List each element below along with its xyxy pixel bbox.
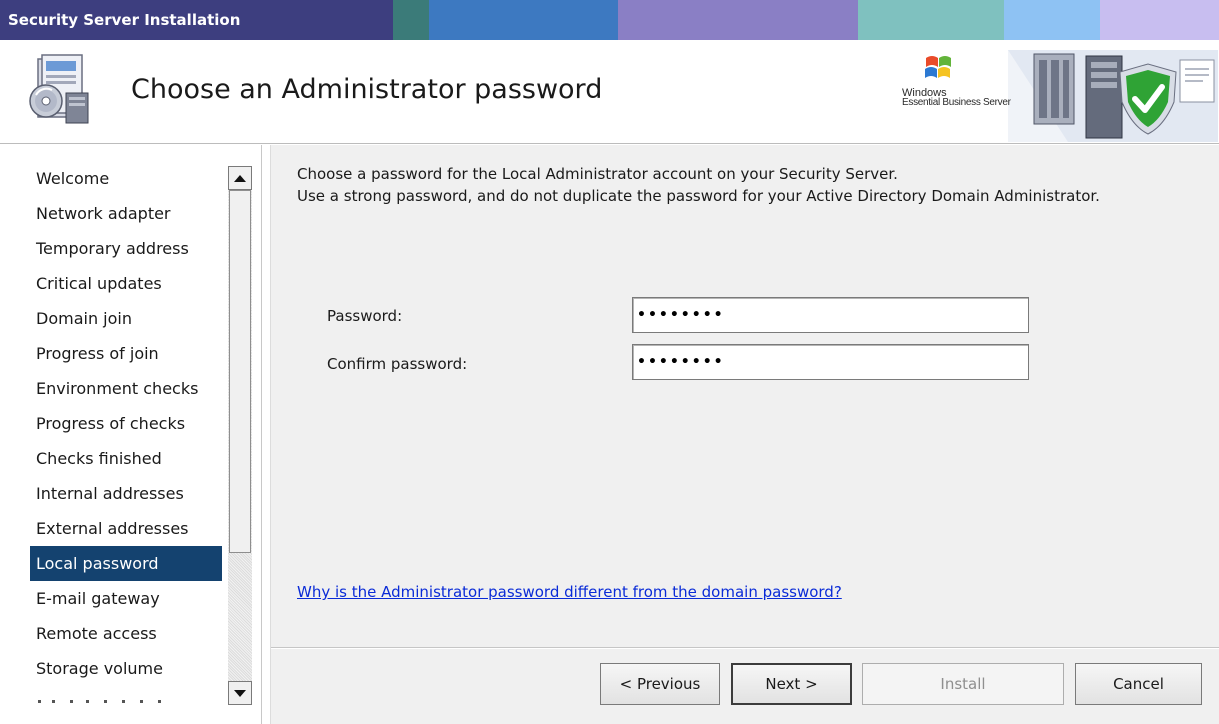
password-help-link[interactable]: Why is the Administrator password differ… xyxy=(297,583,842,601)
brand-banner: Windows Essential Business Server xyxy=(898,50,1218,142)
arrow-down-icon xyxy=(234,689,246,697)
setup-disc-icon xyxy=(22,53,94,129)
password-label: Password: xyxy=(327,307,403,325)
step-checks-finished[interactable]: Checks finished xyxy=(30,441,222,476)
intro-line-2: Use a strong password, and do not duplic… xyxy=(297,187,1100,205)
title-bar-segment xyxy=(1100,0,1219,40)
step-environment-checks[interactable]: Environment checks xyxy=(30,371,222,406)
wizard-steps-sidebar: Welcome Network adapter Temporary addres… xyxy=(0,145,262,724)
wizard-header: Choose an Administrator password Windows… xyxy=(0,40,1219,144)
password-input[interactable]: •••••••• xyxy=(632,297,1029,333)
confirm-password-input[interactable]: •••••••• xyxy=(632,344,1029,380)
step-internal-addresses[interactable]: Internal addresses xyxy=(30,476,222,511)
intro-text: Choose a password for the Local Administ… xyxy=(297,163,1157,207)
step-network-adapter[interactable]: Network adapter xyxy=(30,196,222,231)
page-title: Choose an Administrator password xyxy=(131,74,603,105)
brand-line2: Essential Business Server xyxy=(902,97,1011,108)
install-button[interactable]: Install xyxy=(862,663,1064,705)
scroll-thumb[interactable] xyxy=(229,190,251,553)
step-local-password[interactable]: Local password xyxy=(30,546,222,581)
title-bar-segment xyxy=(618,0,858,40)
steps-list: Welcome Network adapter Temporary addres… xyxy=(30,161,222,706)
windows-logo-icon xyxy=(925,56,951,78)
step-storage-volume[interactable]: Storage volume xyxy=(30,651,222,686)
cancel-button[interactable]: Cancel xyxy=(1075,663,1202,705)
partial-text-glyphs xyxy=(38,700,161,703)
title-bar-segment xyxy=(429,0,618,40)
step-remote-access[interactable]: Remote access xyxy=(30,616,222,651)
brand-text: Windows Essential Business Server xyxy=(902,88,1011,108)
arrow-up-icon xyxy=(234,174,246,182)
next-button[interactable]: Next > xyxy=(731,663,852,705)
title-bar-segment xyxy=(1004,0,1100,40)
title-bar: Security Server Installation xyxy=(0,0,1219,40)
step-progress-of-join[interactable]: Progress of join xyxy=(30,336,222,371)
title-bar-segment xyxy=(858,0,1004,40)
step-temporary-address[interactable]: Temporary address xyxy=(30,231,222,266)
step-e-mail-gateway[interactable]: E-mail gateway xyxy=(30,581,222,616)
step-progress-of-checks[interactable]: Progress of checks xyxy=(30,406,222,441)
window-title: Security Server Installation xyxy=(8,11,241,29)
step-external-addresses[interactable]: External addresses xyxy=(30,511,222,546)
confirm-password-label: Confirm password: xyxy=(327,355,468,373)
wizard-content: Choose a password for the Local Administ… xyxy=(270,145,1219,724)
step-welcome[interactable]: Welcome xyxy=(30,161,222,196)
step-domain-join[interactable]: Domain join xyxy=(30,301,222,336)
previous-button[interactable]: < Previous xyxy=(600,663,720,705)
step-critical-updates[interactable]: Critical updates xyxy=(30,266,222,301)
title-bar-segment xyxy=(393,0,429,40)
intro-line-1: Choose a password for the Local Administ… xyxy=(297,165,898,183)
scroll-up-button[interactable] xyxy=(228,166,252,190)
steps-scrollbar[interactable] xyxy=(228,166,252,705)
button-divider-highlight xyxy=(271,648,1219,649)
scroll-down-button[interactable] xyxy=(228,681,252,705)
step-partially-visible[interactable] xyxy=(30,686,222,706)
